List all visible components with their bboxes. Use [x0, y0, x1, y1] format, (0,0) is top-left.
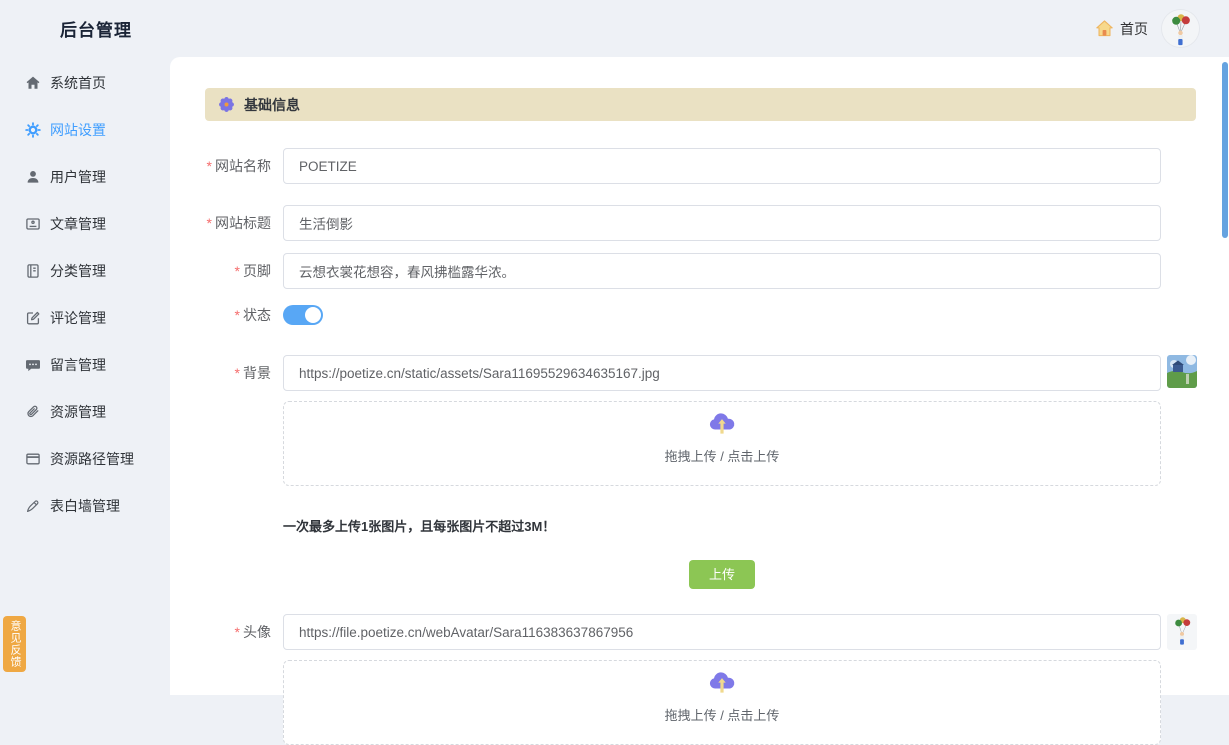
- home-link-label: 首页: [1120, 19, 1148, 39]
- sidebar-item-comment-management[interactable]: 评论管理: [0, 294, 170, 341]
- field-row-status: *状态: [205, 305, 1161, 330]
- background-upload-dropzone[interactable]: 拖拽上传 / 点击上传: [283, 401, 1161, 486]
- home-icon: [1095, 20, 1114, 37]
- settings-flower-icon: [218, 96, 235, 113]
- field-row-site-name: *网站名称: [205, 148, 1161, 184]
- sidebar-item-label: 文章管理: [50, 214, 106, 234]
- field-row-site-title: *网站标题: [205, 205, 1161, 241]
- sidebar-item-system-home[interactable]: 系统首页: [0, 59, 170, 106]
- dropzone-text: 拖拽上传 / 点击上传: [665, 705, 780, 724]
- upload-button-row: 上传: [205, 560, 1161, 589]
- sidebar-item-label: 系统首页: [50, 73, 106, 93]
- sidebar-item-label: 资源管理: [50, 402, 106, 422]
- footer-input[interactable]: [283, 253, 1161, 289]
- field-label: *背景: [205, 355, 283, 391]
- feedback-tab[interactable]: 意见反馈: [3, 616, 26, 672]
- bank-card-icon: [25, 451, 41, 467]
- sidebar-item-message-management[interactable]: 留言管理: [0, 341, 170, 388]
- sidebar-item-label: 表白墙管理: [50, 496, 120, 516]
- field-label: *页脚: [205, 253, 283, 289]
- required-marker: *: [207, 215, 212, 231]
- avatar-upload-row: 拖拽上传 / 点击上传: [205, 660, 1161, 745]
- field-label: *网站名称: [205, 148, 283, 184]
- site-name-input[interactable]: [283, 148, 1161, 184]
- sidebar-item-category-management[interactable]: 分类管理: [0, 247, 170, 294]
- paperclip-icon: [25, 404, 41, 420]
- dropzone-text: 拖拽上传 / 点击上传: [665, 446, 780, 465]
- home-link[interactable]: 首页: [1095, 19, 1148, 39]
- avatar-url-input[interactable]: [283, 614, 1161, 650]
- site-title-input[interactable]: [283, 205, 1161, 241]
- field-row-avatar: *头像: [205, 614, 1197, 650]
- app-title: 后台管理: [60, 16, 132, 41]
- sidebar-item-label: 资源路径管理: [50, 449, 134, 469]
- required-marker: *: [235, 263, 240, 279]
- main-content: 基础信息 *网站名称 *网站标题 *页脚 *状态 *背景: [170, 57, 1229, 695]
- sidebar-item-label: 分类管理: [50, 261, 106, 281]
- upload-hint: 一次最多上传1张图片，且每张图片不超过3M！: [283, 518, 1161, 536]
- avatar-thumbnail[interactable]: [1167, 614, 1197, 650]
- upload-button[interactable]: 上传: [689, 560, 755, 589]
- required-marker: *: [235, 365, 240, 381]
- cloud-upload-icon: [708, 669, 736, 696]
- sidebar-item-resource-management[interactable]: 资源管理: [0, 388, 170, 435]
- postcard-icon: [25, 216, 41, 232]
- gear-icon: [25, 122, 41, 138]
- section-title: 基础信息: [244, 95, 300, 115]
- cloud-upload-icon: [708, 410, 736, 437]
- field-row-background: *背景: [205, 355, 1197, 391]
- chat-icon: [25, 357, 41, 373]
- upload-hint-row: 一次最多上传1张图片，且每张图片不超过3M！: [205, 518, 1161, 536]
- user-icon: [25, 169, 41, 185]
- required-marker: *: [235, 624, 240, 640]
- field-row-footer: *页脚: [205, 253, 1161, 289]
- background-url-input[interactable]: [283, 355, 1161, 391]
- avatar-upload-dropzone[interactable]: 拖拽上传 / 点击上传: [283, 660, 1161, 745]
- toggle-knob: [305, 307, 321, 323]
- edit-icon: [25, 310, 41, 326]
- sidebar-item-resource-path-management[interactable]: 资源路径管理: [0, 435, 170, 482]
- sidebar-item-label: 留言管理: [50, 355, 106, 375]
- sidebar-item-user-management[interactable]: 用户管理: [0, 153, 170, 200]
- header-actions: 首页: [1095, 0, 1199, 57]
- required-marker: *: [207, 158, 212, 174]
- sidebar-item-label: 用户管理: [50, 167, 106, 187]
- sidebar-item-label: 评论管理: [50, 308, 106, 328]
- user-avatar[interactable]: [1162, 10, 1199, 47]
- field-label: *状态: [205, 305, 283, 325]
- vertical-scrollbar-thumb[interactable]: [1222, 62, 1228, 238]
- sidebar-nav: 系统首页 网站设置 用户管理 文章管理 分类管理 评论管理 留言管理: [0, 57, 170, 695]
- background-thumbnail[interactable]: [1167, 355, 1197, 388]
- field-label: *头像: [205, 614, 283, 650]
- field-label: *网站标题: [205, 205, 283, 241]
- section-header-basic-info: 基础信息: [205, 88, 1196, 121]
- background-upload-row: 拖拽上传 / 点击上传: [205, 401, 1161, 486]
- sidebar-item-article-management[interactable]: 文章管理: [0, 200, 170, 247]
- home-icon: [25, 75, 41, 91]
- sidebar-item-confession-wall-management[interactable]: 表白墙管理: [0, 482, 170, 529]
- required-marker: *: [235, 307, 240, 323]
- status-toggle[interactable]: [283, 305, 323, 325]
- sidebar-item-label: 网站设置: [50, 120, 106, 140]
- notebook-icon: [25, 263, 41, 279]
- pen-icon: [25, 498, 41, 514]
- sidebar-item-site-settings[interactable]: 网站设置: [0, 106, 170, 153]
- app-header: 后台管理 首页: [0, 0, 1229, 57]
